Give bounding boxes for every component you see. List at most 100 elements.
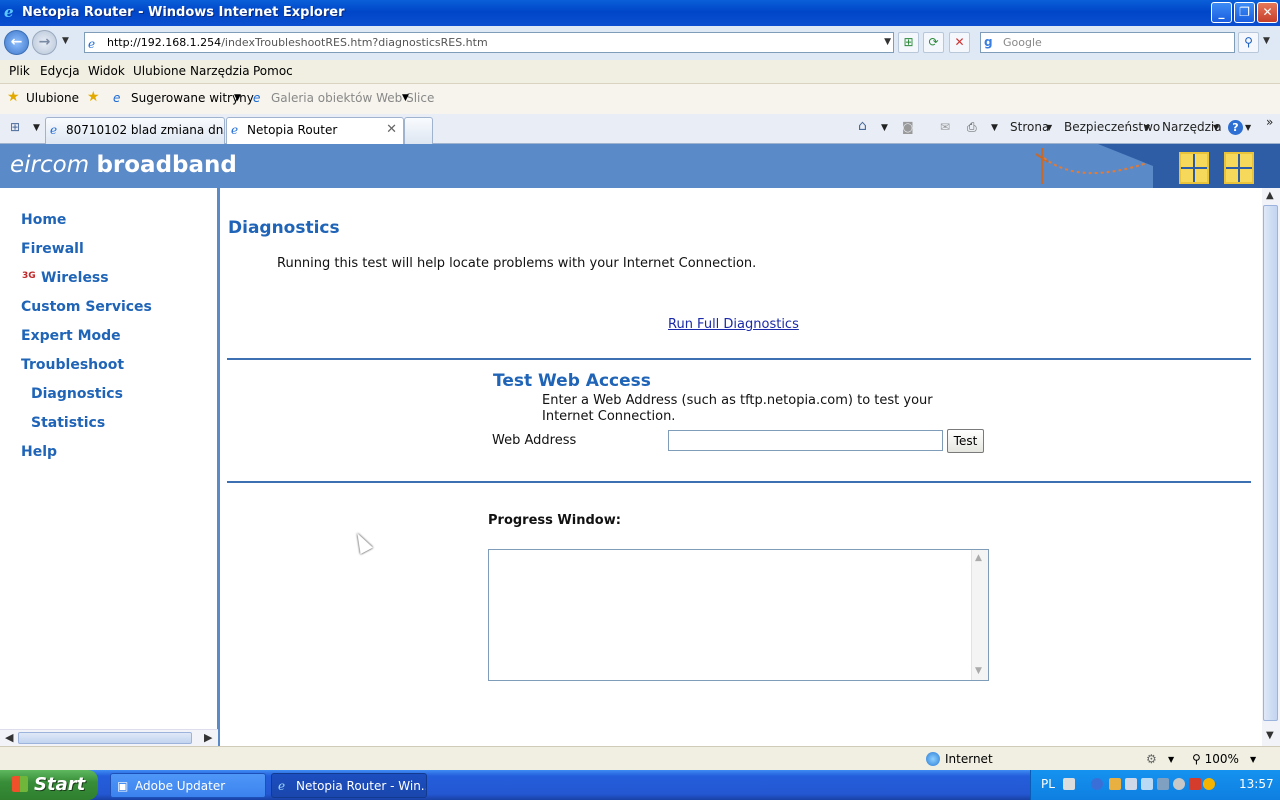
progress-window-scrollbar[interactable]: ▲ ▼ (971, 550, 988, 680)
tray-app-icon[interactable] (1173, 778, 1185, 790)
window-title: Netopia Router - Windows Internet Explor… (22, 5, 345, 20)
compatibility-view-icon[interactable]: ⊞ (898, 32, 919, 53)
add-favorite-icon[interactable]: ★ (87, 89, 100, 105)
page-menu-dropdown-icon: ▼ (1046, 123, 1053, 132)
tab-label: 80710102 blad zmiana dns p... (66, 123, 224, 137)
menu-favorites[interactable]: Ulubione (133, 64, 186, 78)
scroll-down-icon[interactable]: ▼ (1266, 730, 1274, 741)
quick-tabs-icon[interactable]: ⊞ (10, 120, 20, 134)
tab-page-icon: e (50, 123, 58, 137)
scrollbar-thumb[interactable] (18, 732, 192, 744)
test-button[interactable]: Test (947, 429, 984, 453)
sidebar-item-troubleshoot[interactable]: Troubleshoot (21, 357, 124, 373)
sidebar-item-statistics[interactable]: Statistics (31, 415, 105, 431)
search-options-icon[interactable]: ▼ (1263, 36, 1270, 46)
sidebar-item-expert-mode[interactable]: Expert Mode (21, 328, 121, 344)
read-mail-icon[interactable]: ✉ (940, 120, 950, 134)
menu-help[interactable]: Pomoc (253, 64, 293, 78)
ie-logo-icon: e (4, 3, 14, 21)
minimize-button[interactable]: _ (1211, 2, 1232, 23)
zoom-level[interactable]: ⚲ 100% (1192, 752, 1239, 766)
scrollbar-thumb[interactable] (1263, 205, 1278, 721)
scroll-up-icon[interactable]: ▲ (1266, 190, 1274, 201)
close-button[interactable]: ✕ (1257, 2, 1278, 23)
language-indicator[interactable]: PL (1041, 777, 1055, 791)
sidebar-item-diagnostics[interactable]: Diagnostics (31, 386, 123, 402)
zoom-dropdown-icon[interactable]: ▼ (1250, 755, 1256, 764)
url-host: http://192.168.1.254 (107, 36, 222, 49)
divider (227, 358, 1251, 360)
help-dropdown-icon[interactable]: ▼ (1245, 123, 1251, 132)
web-slice-gallery-link[interactable]: Galeria obiektów Web Slice (271, 91, 434, 105)
tray-app-icon[interactable] (1189, 778, 1201, 790)
tab-list-dropdown-icon[interactable]: ▼ (33, 123, 40, 133)
tray-app-icon[interactable] (1109, 778, 1121, 790)
home-dropdown-icon[interactable]: ▼ (881, 123, 888, 133)
search-icon[interactable]: ⚲ (1238, 32, 1259, 53)
taskbar-item-adobe-updater[interactable]: ▣ Adobe Updater (110, 773, 266, 798)
start-button[interactable]: Start (0, 770, 98, 800)
menu-file[interactable]: Plik (9, 64, 30, 78)
menu-view[interactable]: Widok (88, 64, 125, 78)
tray-app-icon[interactable] (1141, 778, 1153, 790)
web-slice-dropdown-icon[interactable]: ▼ (402, 93, 409, 103)
home-icon[interactable]: ⌂ (858, 118, 867, 134)
address-dropdown-icon[interactable]: ▼ (884, 33, 891, 52)
page-menu[interactable]: Strona (1010, 120, 1049, 134)
taskbar-item-netopia-router[interactable]: e Netopia Router - Win... (271, 773, 427, 798)
tray-arrow-icon[interactable] (1091, 778, 1103, 790)
search-input[interactable]: g Google (980, 32, 1235, 53)
keyboard-icon[interactable] (1063, 778, 1075, 790)
tray-app-icon[interactable] (1157, 778, 1169, 790)
system-tray: PL 13:57 (1030, 770, 1280, 800)
menu-tools[interactable]: Narzędzia (190, 64, 250, 78)
maximize-button[interactable]: ❐ (1234, 2, 1255, 23)
security-zone: Internet (926, 752, 993, 766)
protected-mode-dropdown-icon[interactable]: ▼ (1168, 755, 1174, 764)
sidebar-horizontal-scrollbar[interactable]: ◀ ▶ (0, 729, 218, 746)
house-graphic (1153, 144, 1280, 188)
menu-edit[interactable]: Edycja (40, 64, 80, 78)
sidebar-nav: Home Firewall 3G Wireless Custom Service… (0, 188, 220, 746)
tab-netopia-router[interactable]: e Netopia Router ✕ (226, 117, 404, 145)
progress-window-textarea[interactable]: ▲ ▼ (488, 549, 989, 681)
scroll-up-icon[interactable]: ▲ (975, 553, 982, 563)
tray-app-icon[interactable] (1203, 778, 1215, 790)
sidebar-item-custom-services[interactable]: Custom Services (21, 299, 152, 315)
suggested-sites-dropdown-icon[interactable]: ▼ (234, 93, 241, 103)
refresh-icon[interactable]: ⟳ (923, 32, 944, 53)
page-vertical-scrollbar[interactable]: ▲ ▼ (1262, 188, 1280, 746)
web-address-input[interactable] (668, 430, 943, 451)
favorites-bar: ★ Ulubione ★ e Sugerowane witryny ▼ e Ga… (0, 84, 1280, 114)
network-icon[interactable] (1125, 778, 1137, 790)
house-window-icon (1179, 152, 1209, 184)
forward-button[interactable]: → (32, 30, 57, 55)
new-tab-button[interactable] (404, 117, 433, 144)
window-title-bar[interactable]: e Netopia Router - Windows Internet Expl… (0, 0, 1280, 26)
feeds-icon[interactable]: ◙ (902, 120, 914, 134)
print-dropdown-icon[interactable]: ▼ (991, 123, 998, 133)
globe-icon (926, 752, 940, 766)
stop-icon[interactable]: ✕ (949, 32, 970, 53)
scroll-down-icon[interactable]: ▼ (975, 666, 982, 676)
more-commands-icon[interactable]: » (1266, 115, 1273, 129)
tab-row: ⊞ ▼ e 80710102 blad zmiana dns p... e Ne… (0, 114, 1280, 145)
scroll-left-icon[interactable]: ◀ (5, 731, 13, 744)
back-button[interactable]: ← (4, 30, 29, 55)
eircom-logo: eircom broadband (10, 152, 237, 178)
tab-close-icon[interactable]: ✕ (386, 118, 397, 142)
recent-pages-dropdown-icon[interactable]: ▼ (62, 36, 69, 46)
address-bar[interactable]: e http://192.168.1.254/indexTroubleshoot… (84, 32, 894, 53)
sidebar-item-wireless[interactable]: Wireless (41, 270, 109, 286)
protected-mode-icon[interactable]: ⚙ (1146, 752, 1157, 766)
sidebar-item-help[interactable]: Help (21, 444, 57, 460)
run-full-diagnostics-link[interactable]: Run Full Diagnostics (668, 317, 799, 332)
print-icon[interactable]: ⎙ (967, 120, 977, 135)
help-icon[interactable]: ? (1228, 120, 1243, 135)
sidebar-item-firewall[interactable]: Firewall (21, 241, 84, 257)
scroll-right-icon[interactable]: ▶ (204, 731, 212, 744)
tab-search-result[interactable]: e 80710102 blad zmiana dns p... (45, 117, 225, 144)
favorites-button[interactable]: Ulubione (26, 91, 79, 105)
sidebar-item-home[interactable]: Home (21, 212, 66, 228)
clock[interactable]: 13:57 (1239, 777, 1274, 791)
